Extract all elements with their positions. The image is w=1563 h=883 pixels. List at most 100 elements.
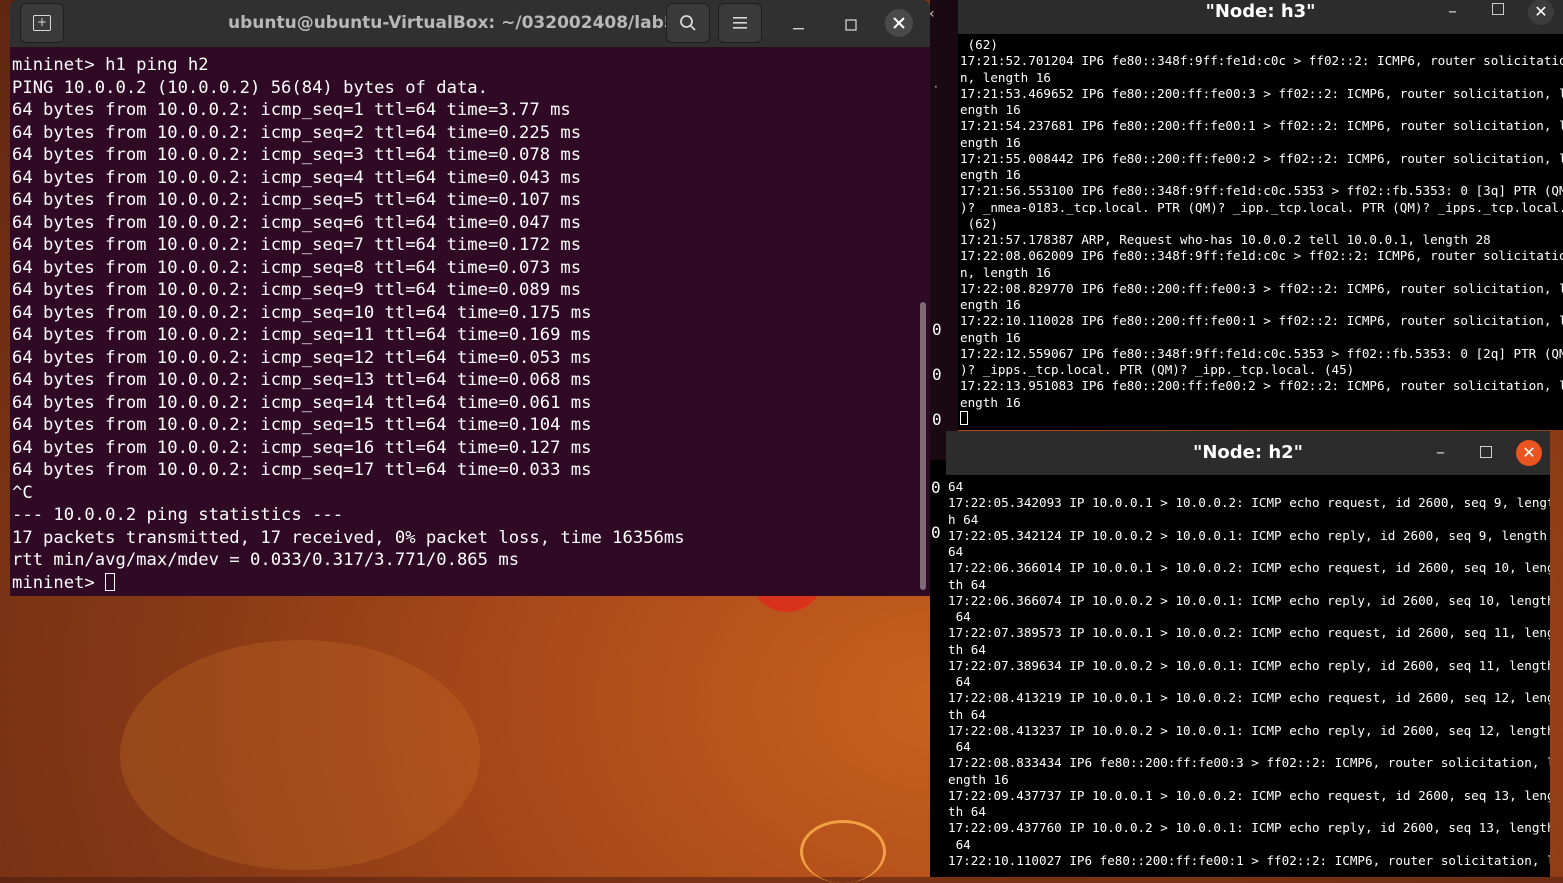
output-line: 17:22:10.110027 IP6 fe80::200:ff:fe00:1 … [948,852,1550,868]
output-line: th 64 [948,641,986,657]
output-line: ength 16 [960,329,1021,345]
node-h2-output[interactable]: 64 17:22:05.342093 IP 10.0.0.1 > 10.0.0.2… [948,479,1550,869]
headerbar: + ubuntu@ubuntu-VirtualBox: ~/032002408/… [10,0,930,47]
prompt-text: mininet> [12,572,106,593]
output-line: 17:22:09.437760 IP 10.0.0.2 > 10.0.0.1: … [948,820,1550,836]
output-line: 17:22:08.062009 IP6 fe80::348f:9ff:fe1d:… [960,248,1563,264]
node-h3-window[interactable]: "Node: h3" – ✕ (62) 17:21:52.701204 IP6 f… [958,0,1563,430]
strip-value: 0 [932,365,942,384]
output-line: 64 [948,609,971,624]
output-line: 64 bytes from 10.0.0.2: icmp_seq=7 ttl=6… [12,235,582,255]
output-line: th 64 [948,576,986,592]
output-line: 17:22:08.833434 IP6 fe80::200:ff:fe00:3 … [948,755,1550,771]
minimize-icon[interactable]: – [1448,0,1457,24]
terminal-output[interactable]: mininet> h1 ping h2 PING 10.0.0.2 (10.0.0… [12,54,916,594]
output-line: 64 bytes from 10.0.0.2: icmp_seq=1 ttl=6… [12,100,571,120]
output-line: 64 bytes from 10.0.0.2: icmp_seq=10 ttl=… [12,302,592,323]
output-line: (62) [960,215,998,231]
window-title: "Node: h2" [1192,442,1304,463]
search-icon [680,15,696,31]
new-tab-icon: + [33,15,51,31]
output-line: )? _nmea-0183._tcp.local. PTR (QM)? _ipp… [960,199,1563,215]
node-h2-titlebar[interactable]: "Node: h2" – ✕ [946,431,1550,475]
output-line: 64 [948,544,964,559]
output-line: 17:22:08.413237 IP 10.0.0.2 > 10.0.0.1: … [948,722,1550,738]
close-icon [893,17,905,29]
output-line: 17:22:05.342124 IP 10.0.0.2 > 10.0.0.1: … [948,527,1547,543]
window-title: "Node: h3" [1205,1,1316,22]
output-line: 17:22:08.413219 IP 10.0.0.1 > 10.0.0.2: … [948,690,1550,706]
output-line: 64 bytes from 10.0.0.2: icmp_seq=16 ttl=… [12,437,592,458]
wallpaper-accent [120,640,480,870]
main-terminal-window[interactable]: + ubuntu@ubuntu-VirtualBox: ~/032002408/… [10,0,930,596]
output-line: ength 16 [960,134,1021,150]
output-line: 17:21:55.008442 IP6 fe80::200:ff:fe00:2 … [960,150,1563,166]
minimize-icon[interactable]: – [1436,431,1445,475]
maximize-button[interactable] [838,12,864,38]
output-line: 64 [948,479,964,494]
output-line: ^C [12,482,33,503]
maximize-icon[interactable] [1492,3,1504,15]
output-line: (62) [960,37,998,52]
close-button[interactable]: ✕ [1528,0,1554,25]
node-h3-titlebar[interactable]: "Node: h3" – ✕ [958,0,1563,34]
close-button[interactable] [885,9,913,37]
output-line: 64 bytes from 10.0.0.2: icmp_seq=9 ttl=6… [12,280,582,300]
output-line: )? _ipps._tcp.local. PTR (QM)? _ipp._tcp… [960,362,1355,377]
output-line: 64 [948,674,971,689]
output-line: 17:22:13.951083 IP6 fe80::200:ff:fe00:2 … [960,378,1563,394]
output-line: ength 16 [960,167,1021,182]
output-line: 17:21:52.701204 IP6 fe80::348f:9ff:fe1d:… [960,53,1563,69]
output-line: 17 packets transmitted, 17 received, 0% … [12,527,685,548]
output-line: n, length 16 [960,264,1051,280]
hamburger-menu-icon [733,17,747,29]
output-line: mininet> h1 ping h2 [12,55,209,75]
strip-value: 0 [931,523,941,542]
maximize-icon [845,19,857,31]
output-line: 17:22:06.366074 IP 10.0.0.2 > 10.0.0.1: … [948,592,1550,608]
output-line: 64 bytes from 10.0.0.2: icmp_seq=11 ttl=… [12,325,592,345]
output-line: 17:22:05.342093 IP 10.0.0.1 > 10.0.0.2: … [948,495,1550,511]
node-h3-output[interactable]: (62) 17:21:52.701204 IP6 fe80::348f:9ff:f… [960,37,1563,427]
strip-value: 0 [932,410,942,429]
output-line: --- 10.0.0.2 ping statistics --- [12,505,344,525]
output-line: 64 bytes from 10.0.0.2: icmp_seq=3 ttl=6… [12,145,582,165]
output-line: h 64 [948,511,979,527]
output-line: 17:22:07.389634 IP 10.0.0.2 > 10.0.0.1: … [948,657,1550,673]
output-line: 17:21:56.553100 IP6 fe80::348f:9ff:fe1d:… [960,183,1563,199]
node-h2-window[interactable]: "Node: h2" – ✕ 64 17:22:05.342093 IP 10.0… [946,431,1550,877]
output-line: n, length 16 [960,69,1051,85]
strip-dot: · [934,80,938,94]
output-line: 17:21:53.469652 IP6 fe80::200:ff:fe00:3 … [960,85,1563,101]
background-window-strip-lower: 0 0 [930,460,946,877]
strip-value: 0 [931,478,941,497]
output-line: th 64 [948,804,986,819]
output-line: 64 bytes from 10.0.0.2: icmp_seq=4 ttl=6… [12,167,582,188]
search-button[interactable] [666,3,710,43]
output-line: 64 bytes from 10.0.0.2: icmp_seq=6 ttl=6… [12,212,582,233]
close-button[interactable]: ✕ [1516,440,1542,466]
minimize-icon [793,28,804,30]
output-line: ength 16 [960,297,1021,312]
strip-value: 0 [932,320,942,339]
output-line: 64 bytes from 10.0.0.2: icmp_seq=17 ttl=… [12,460,592,480]
terminal-prompt-line[interactable]: mininet> [12,572,916,595]
output-line: 64 bytes from 10.0.0.2: icmp_seq=14 ttl=… [12,392,592,413]
output-line: 64 bytes from 10.0.0.2: icmp_seq=2 ttl=6… [12,122,582,143]
new-tab-button[interactable]: + [20,3,64,43]
menu-button[interactable] [718,3,762,43]
window-title: ubuntu@ubuntu-VirtualBox: ~/032002408/la… [228,13,676,33]
output-line: ength 16 [960,102,1021,117]
output-line: 17:22:10.110028 IP6 fe80::200:ff:fe00:1 … [960,313,1563,329]
output-line: ength 16 [960,394,1021,410]
output-line: 17:22:06.366014 IP 10.0.0.1 > 10.0.0.2: … [948,560,1550,576]
maximize-icon[interactable] [1480,446,1492,458]
output-line: 64 bytes from 10.0.0.2: icmp_seq=13 ttl=… [12,370,592,390]
output-line: 64 bytes from 10.0.0.2: icmp_seq=15 ttl=… [12,415,592,435]
scrollbar[interactable] [920,302,926,590]
output-line: rtt min/avg/max/mdev = 0.033/0.317/3.771… [12,550,520,570]
text-cursor [105,572,116,591]
output-line: 64 bytes from 10.0.0.2: icmp_seq=8 ttl=6… [12,257,582,278]
minimize-button[interactable] [786,12,812,38]
output-line: 17:22:09.437737 IP 10.0.0.1 > 10.0.0.2: … [948,787,1550,803]
